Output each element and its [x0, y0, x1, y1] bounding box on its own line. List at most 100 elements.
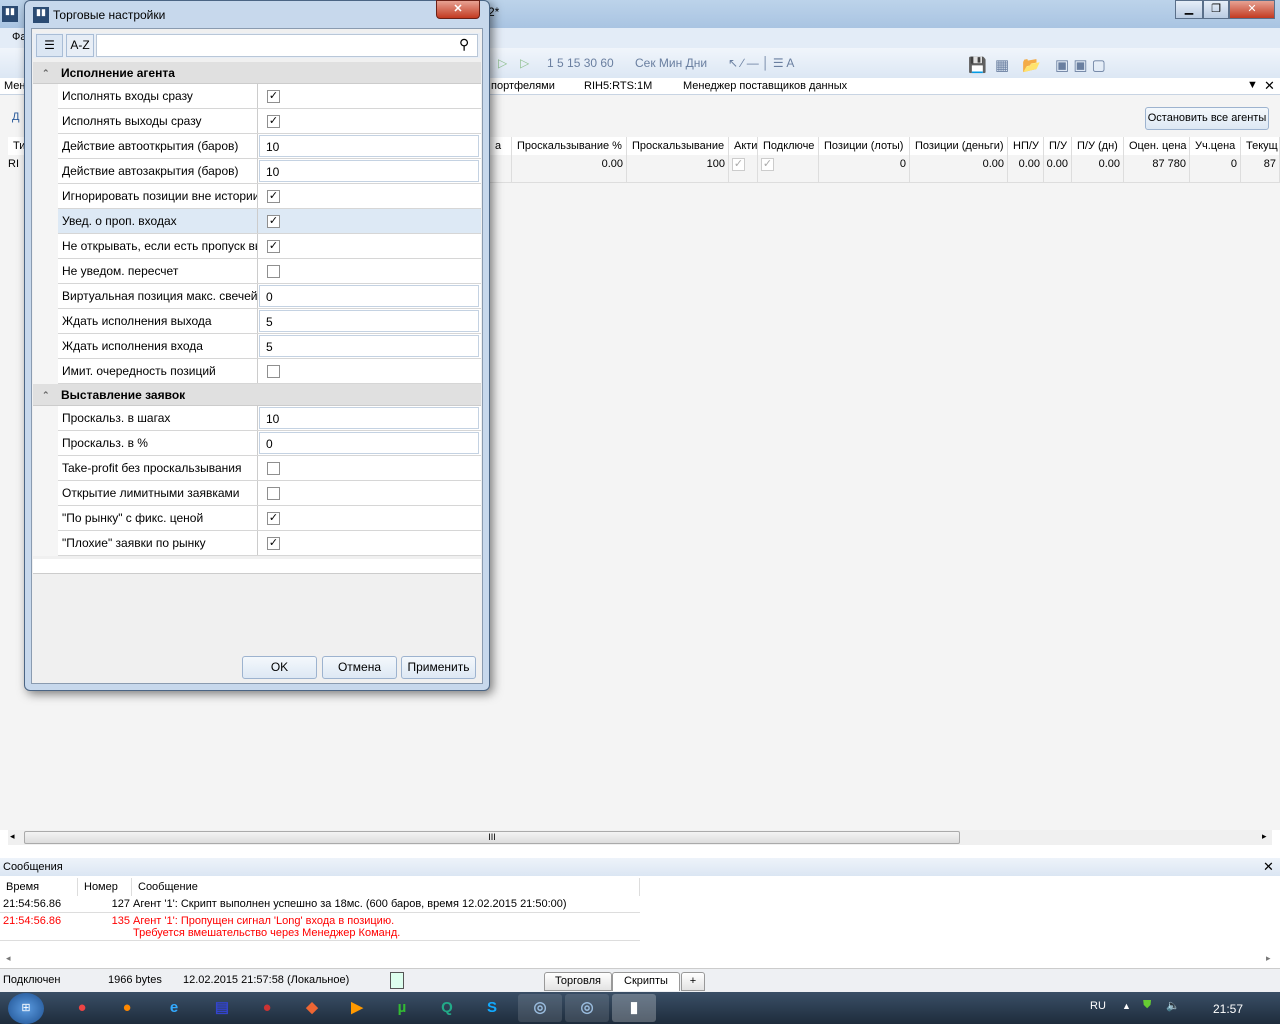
- column-header[interactable]: П/У: [1044, 137, 1072, 155]
- tab-menu-icon[interactable]: ▼: [1247, 79, 1258, 91]
- scrollbar-thumb[interactable]: III: [24, 831, 960, 844]
- add-tab-button[interactable]: +: [681, 972, 705, 991]
- property-row[interactable]: "Плохие" заявки по рынку ✓: [58, 531, 481, 556]
- property-row[interactable]: Виртуальная позиция макс. свечей 0: [58, 284, 481, 309]
- column-header[interactable]: Проскальзывание: [627, 137, 729, 155]
- msg-col-number[interactable]: Номер: [78, 878, 132, 896]
- tab-close-icon[interactable]: ✕: [1264, 78, 1275, 94]
- property-input[interactable]: 5: [259, 335, 479, 357]
- property-input[interactable]: 10: [259, 135, 479, 157]
- stop-all-agents-button[interactable]: Остановить все агенты: [1145, 107, 1269, 130]
- checkbox[interactable]: ✓: [267, 240, 280, 254]
- collapse-icon[interactable]: ⌃: [42, 384, 50, 406]
- column-header[interactable]: Подключе: [758, 137, 819, 155]
- open-folder-icon[interactable]: 📂: [1022, 56, 1041, 74]
- property-row[interactable]: Проскальз. в % 0: [58, 431, 481, 456]
- cancel-button[interactable]: Отмена: [322, 656, 397, 679]
- column-header[interactable]: Проскальзывание %: [512, 137, 627, 155]
- trading-app-icon[interactable]: ▮: [612, 994, 656, 1022]
- app-icon[interactable]: ●: [245, 994, 289, 1022]
- media-player-icon[interactable]: ▶: [335, 994, 379, 1022]
- tab-chart[interactable]: RIH5:RTS:1M: [584, 80, 652, 92]
- property-row[interactable]: Ждать исполнения выхода 5: [58, 309, 481, 334]
- scroll-left-icon[interactable]: ◂: [10, 831, 15, 842]
- language-indicator[interactable]: RU: [1090, 1000, 1106, 1012]
- property-row[interactable]: Проскальз. в шагах 10: [58, 406, 481, 431]
- checkbox[interactable]: [267, 365, 280, 379]
- scroll-right-icon[interactable]: ▸: [1262, 831, 1267, 842]
- qip-icon[interactable]: Q: [425, 994, 469, 1022]
- tab-scripts[interactable]: Скрипты: [612, 972, 680, 991]
- property-checkbox[interactable]: ✓: [259, 210, 479, 232]
- save-icon[interactable]: 💾: [968, 56, 987, 74]
- notepad-icon[interactable]: [390, 972, 404, 989]
- property-row[interactable]: Имит. очередность позиций: [58, 359, 481, 384]
- column-header[interactable]: Позиции (деньги): [910, 137, 1008, 155]
- msg-col-time[interactable]: Время: [0, 878, 78, 896]
- property-row[interactable]: Не открывать, если есть пропуск вых ✓: [58, 234, 481, 259]
- msg-scroll-right-icon[interactable]: ▸: [1266, 953, 1271, 964]
- checkbox[interactable]: [267, 462, 280, 476]
- property-search-input[interactable]: [96, 34, 478, 57]
- checkbox[interactable]: ✓: [267, 537, 280, 551]
- property-input[interactable]: 0: [259, 285, 479, 307]
- property-row[interactable]: Исполнять входы сразу ✓: [58, 84, 481, 109]
- message-row[interactable]: 21:54:56.86 127 Агент '1': Скрипт выполн…: [0, 896, 640, 913]
- firefox-icon[interactable]: ●: [105, 994, 149, 1022]
- column-header[interactable]: а: [490, 137, 512, 155]
- checkbox[interactable]: [267, 265, 280, 279]
- checkbox[interactable]: ✓: [267, 512, 280, 526]
- property-checkbox[interactable]: [259, 360, 479, 382]
- property-checkbox[interactable]: [259, 482, 479, 504]
- shield-icon[interactable]: ⛊: [1143, 999, 1151, 1012]
- alphabetical-view-button[interactable]: A-Z: [66, 34, 94, 57]
- clock[interactable]: 21:57: [1213, 1002, 1243, 1016]
- tray-arrow-icon[interactable]: ▲: [1122, 1001, 1131, 1011]
- skype-icon[interactable]: S: [470, 994, 514, 1022]
- save-app-icon[interactable]: ▤: [200, 994, 244, 1022]
- property-row[interactable]: Take-profit без проскальзывания: [58, 456, 481, 481]
- property-input[interactable]: 10: [259, 407, 479, 429]
- property-checkbox[interactable]: ✓: [259, 85, 479, 107]
- property-row[interactable]: Увед. о проп. входах ✓: [58, 209, 481, 234]
- section-header[interactable]: ⌃ Выставление заявок: [33, 384, 481, 406]
- message-row[interactable]: 21:54:56.86 135 Агент '1': Пропущен сигн…: [0, 913, 640, 941]
- property-row[interactable]: Действие автозакрытия (баров) 10: [58, 159, 481, 184]
- property-checkbox[interactable]: ✓: [259, 235, 479, 257]
- collapse-icon[interactable]: ⌃: [42, 62, 50, 84]
- dialog-close-button[interactable]: ✕: [436, 0, 480, 19]
- section-header[interactable]: ⌃ Исполнение агента: [33, 62, 481, 84]
- tab-data-providers[interactable]: Менеджер поставщиков данных: [683, 80, 847, 92]
- property-input[interactable]: 5: [259, 310, 479, 332]
- msg-col-message[interactable]: Сообщение: [132, 878, 640, 896]
- property-row[interactable]: Исполнять выходы сразу ✓: [58, 109, 481, 134]
- ie-icon[interactable]: e: [152, 994, 196, 1022]
- column-header[interactable]: НП/У: [1008, 137, 1044, 155]
- property-row[interactable]: Действие автооткрытия (баров) 10: [58, 134, 481, 159]
- apply-button[interactable]: Применить: [401, 656, 476, 679]
- property-input[interactable]: 0: [259, 432, 479, 454]
- column-header[interactable]: Акти: [729, 137, 758, 155]
- checkbox[interactable]: ✓: [267, 190, 280, 204]
- property-row[interactable]: "По рынку" с фикс. ценой ✓: [58, 506, 481, 531]
- property-row[interactable]: Не уведом. пересчет: [58, 259, 481, 284]
- volume-icon[interactable]: 🔈: [1166, 999, 1180, 1012]
- column-header[interactable]: Уч.цена: [1190, 137, 1241, 155]
- property-checkbox[interactable]: [259, 457, 479, 479]
- search-icon[interactable]: ⚲: [459, 36, 469, 53]
- utorrent-icon[interactable]: µ: [380, 994, 424, 1022]
- cursor-icon[interactable]: ↖ ∕ — │ ☰ A: [728, 56, 794, 70]
- interval-buttons[interactable]: 1 5 15 30 60: [547, 56, 614, 70]
- ok-button[interactable]: OK: [242, 656, 317, 679]
- save-as-icon[interactable]: ▦: [995, 56, 1009, 74]
- chrome-icon[interactable]: ●: [60, 994, 104, 1022]
- checkbox[interactable]: [267, 487, 280, 501]
- property-checkbox[interactable]: ✓: [259, 185, 479, 207]
- minimize-button[interactable]: ▁: [1175, 0, 1203, 19]
- property-row[interactable]: Открытие лимитными заявками: [58, 481, 481, 506]
- unit-buttons[interactable]: Сек Мин Дни: [635, 56, 707, 70]
- column-header[interactable]: Оцен. цена: [1124, 137, 1190, 155]
- column-header[interactable]: Позиции (лоты): [819, 137, 910, 155]
- app-icon[interactable]: ◎: [565, 994, 609, 1022]
- play-step-icon[interactable]: ▷: [520, 56, 529, 70]
